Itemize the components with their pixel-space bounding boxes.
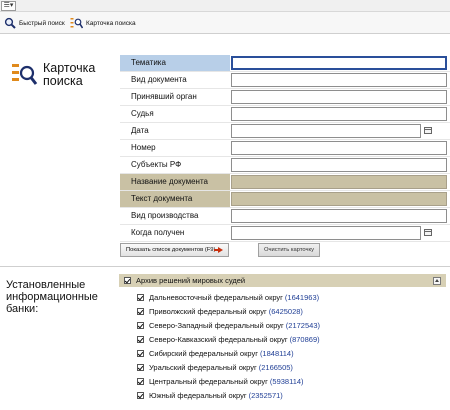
doc-text-field[interactable] (231, 192, 447, 206)
regions-field[interactable] (231, 158, 447, 172)
bank-item-name: Центральный федеральный округ (149, 377, 268, 386)
bank-item-checkbox[interactable] (137, 350, 144, 357)
bank-item-count[interactable]: (2172543) (286, 321, 320, 330)
arrow-right-icon (214, 247, 224, 253)
field-row-doc-text: Текст документа (120, 191, 450, 208)
bank-item[interactable]: Сибирский федеральный округ (1848114) (137, 347, 294, 360)
topic-field[interactable] (231, 56, 447, 70)
bank-item-name: Южный федеральный округ (149, 391, 247, 400)
bank-item-checkbox[interactable] (137, 336, 144, 343)
field-row-received: Когда получен (120, 225, 450, 242)
judge-field[interactable] (231, 107, 447, 121)
received-date-field[interactable] (231, 226, 421, 240)
bank-item-count[interactable]: (2166505) (259, 363, 293, 372)
quick-search-label: Быстрый поиск (19, 19, 65, 27)
magnifier-icon (4, 17, 16, 29)
field-row-proceeding-type: Вид производства (120, 208, 450, 225)
bank-item-name: Уральский федеральный округ (149, 363, 257, 372)
bank-item-name: Северо-Западный федеральный округ (149, 321, 284, 330)
number-field[interactable] (231, 141, 447, 155)
bank-item[interactable]: Приволжский федеральный округ (6425028) (137, 305, 303, 318)
field-label-authority: Принявший орган (131, 92, 197, 101)
field-label-regions: Субъекты РФ (131, 160, 182, 169)
field-row-judge: Судья (120, 106, 450, 123)
field-label-proceeding-type: Вид производства (131, 211, 199, 220)
bank-item-count[interactable]: (6425028) (269, 307, 303, 316)
search-card-label: Карточка поиска (86, 19, 136, 27)
installed-banks-title: Установленные информационные банки: (6, 279, 98, 315)
clear-card-label: Очистить карточку (264, 247, 315, 253)
bank-item-checkbox[interactable] (137, 294, 144, 301)
field-label-judge: Судья (131, 109, 154, 118)
bank-group-checkbox[interactable] (124, 277, 131, 284)
bank-item-count[interactable]: (870869) (290, 335, 320, 344)
field-row-topic: Тематика (120, 55, 450, 72)
bank-item[interactable]: Северо-Кавказский федеральный округ (870… (137, 333, 320, 346)
field-label-doc-name: Название документа (120, 174, 230, 190)
bank-item-checkbox[interactable] (137, 392, 144, 399)
field-label-received: Когда получен (131, 228, 185, 237)
clear-card-button[interactable]: Очистить карточку (258, 243, 321, 257)
doc-name-field[interactable] (231, 175, 447, 189)
bank-item[interactable]: Дальневосточный федеральный округ (16419… (137, 291, 319, 304)
show-documents-label: Показать список документов (F9) (126, 247, 216, 253)
bank-item-name: Дальневосточный федеральный округ (149, 293, 283, 302)
field-row-number: Номер (120, 140, 450, 157)
bank-item-checkbox[interactable] (137, 322, 144, 329)
bank-item[interactable]: Северо-Западный федеральный округ (21725… (137, 319, 320, 332)
bank-item[interactable]: Центральный федеральный округ (5938114) (137, 375, 304, 388)
page-title: Карточка поиска (43, 61, 96, 88)
field-row-doc-type: Вид документа (120, 72, 450, 89)
field-label-date: Дата (131, 126, 149, 135)
bank-item-name: Приволжский федеральный округ (149, 307, 267, 316)
field-label-doc-text: Текст документа (120, 191, 230, 207)
collapse-icon[interactable] (433, 277, 441, 285)
bank-item-count[interactable]: (5938114) (270, 377, 304, 386)
bank-item[interactable]: Уральский федеральный округ (2166505) (137, 361, 293, 374)
bank-item-count[interactable]: (2352571) (249, 391, 283, 400)
authority-field[interactable] (231, 90, 447, 104)
search-card-large-icon (12, 62, 38, 90)
bank-item-checkbox[interactable] (137, 364, 144, 371)
field-label-doc-type: Вид документа (131, 75, 187, 84)
toolbar: Быстрый поиск Карточка поиска (0, 12, 450, 34)
bank-group-label: Архив решений мировых судей (136, 276, 246, 285)
bank-item-checkbox[interactable] (137, 308, 144, 315)
date-field[interactable] (231, 124, 421, 138)
field-label-topic: Тематика (120, 55, 230, 71)
field-row-date: Дата (120, 123, 450, 140)
search-card-icon (70, 18, 83, 29)
menu-bar: ☰▾ (0, 0, 450, 12)
search-card-button[interactable]: Карточка поиска (70, 16, 136, 30)
bank-item-count[interactable]: (1641963) (285, 293, 319, 302)
field-row-doc-name: Название документа (120, 174, 450, 191)
doc-type-field[interactable] (231, 73, 447, 87)
calendar-icon[interactable] (424, 229, 432, 236)
field-row-authority: Принявший орган (120, 89, 450, 106)
section-divider (0, 266, 450, 267)
bank-group-header[interactable]: Архив решений мировых судей (119, 274, 446, 287)
proceeding-type-field[interactable] (231, 209, 447, 223)
bank-item-checkbox[interactable] (137, 378, 144, 385)
bank-item-count[interactable]: (1848114) (260, 349, 294, 358)
calendar-icon[interactable] (424, 127, 432, 134)
show-documents-button[interactable]: Показать список документов (F9) (120, 243, 230, 257)
bank-item-name: Сибирский федеральный округ (149, 349, 258, 358)
field-row-regions: Субъекты РФ (120, 157, 450, 174)
bank-item-name: Северо-Кавказский федеральный округ (149, 335, 288, 344)
quick-search-button[interactable]: Быстрый поиск (4, 16, 65, 30)
hamburger-menu-icon[interactable]: ☰▾ (1, 1, 16, 11)
bank-item[interactable]: Южный федеральный округ (2352571) (137, 389, 283, 402)
field-label-number: Номер (131, 143, 156, 152)
